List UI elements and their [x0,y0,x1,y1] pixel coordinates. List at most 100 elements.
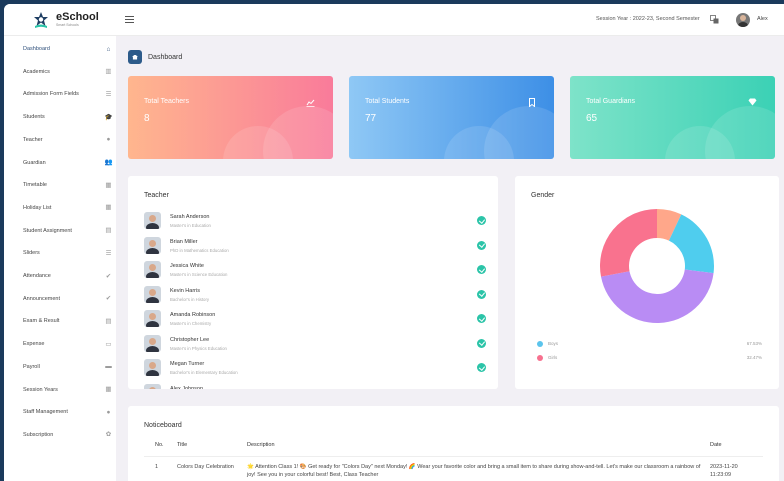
teacher-photo [144,359,161,376]
user-name[interactable]: Alex [757,16,768,22]
sidebar-item-label: Attendance [23,273,51,279]
menu-toggle-icon[interactable] [125,16,134,23]
teacher-list-item[interactable]: Megan Turner Bachelor's in Elementary Edu… [144,359,486,383]
teacher-degree: Master's in Education [170,223,211,228]
users-icon: 👥 [104,159,113,166]
sidebar-item-label: Exam & Result [23,318,60,325]
sidebar-item-exam-result[interactable]: Exam & Result ▤ [4,311,116,331]
home-icon [128,50,142,64]
teacher-list-item[interactable]: Sarah Anderson Master's in Education [144,212,486,236]
sidebar-item-teacher[interactable]: Teacher ● [4,130,116,150]
noticeboard-card: Noticeboard No. Title Description Date 1… [128,406,779,481]
list-icon: ☰ [105,249,112,257]
sidebar-item-session-years[interactable]: Session Years ▦ [4,380,116,400]
legend-label: Boys [548,341,559,346]
calendar-icon: ▦ [105,386,112,393]
sidebar-item-subscription[interactable]: Subscription ✿ [4,425,116,445]
legend-label: Girls [548,355,558,360]
total-guardians-card[interactable]: Total Guardians 65 [570,76,775,159]
list-icon: ☰ [105,90,112,98]
sidebar-item-label: Students [23,114,45,121]
page-header: Dashboard [128,50,182,64]
sidebar-item-sliders[interactable]: Sliders ☰ [4,243,116,263]
book-icon: ▤ [105,317,112,325]
sidebar-item-expense[interactable]: Expense ▭ [4,334,116,354]
sidebar-item-guardian[interactable]: Guardian 👥 [4,153,116,173]
diamond-icon [748,98,757,108]
check-circle-icon [477,240,486,250]
total-guardians-label: Total Guardians [586,98,636,105]
check-circle-icon [477,338,486,348]
page-title: Dashboard [148,53,183,61]
total-students-value: 77 [365,113,377,124]
sidebar-item-staff-management[interactable]: Staff Management ● [4,402,116,422]
teacher-list-item[interactable]: Alex Johnson [144,383,486,390]
user-icon: ● [106,136,111,144]
sidebar-item-payroll[interactable]: Payroll ▬ [4,357,116,377]
total-students-card[interactable]: Total Students 77 [349,76,554,159]
sidebar-item-academics[interactable]: Academics ▥ [4,62,116,82]
teacher-degree: PhD in Mathematics Education [170,247,229,253]
user-avatar[interactable] [736,13,750,27]
logo[interactable]: eSchool Smart Schools [32,11,99,29]
teacher-degree: Bachelor's in History [170,296,210,302]
sidebar-item-attendance[interactable]: Attendance ✔ [4,266,116,286]
sidebar-item-label: Teacher [23,136,43,143]
sidebar: Dashboard ⌂ Academics ▥ Admission Form Field… [4,36,116,481]
sidebar-item-label: Student Assignment [23,227,72,234]
calendar-icon: ▦ [105,204,112,212]
calendar-icon: ▦ [105,181,112,189]
gender-card-title: Gender [531,192,555,199]
donut-segment[interactable] [601,269,714,323]
sidebar-item-label: Subscription [23,431,54,438]
check-icon: ✔ [105,295,112,303]
sidebar-item-holiday-list[interactable]: Holiday List ▦ [4,198,116,218]
teacher-list-item[interactable]: Brian Miller PhD in Mathematics Education [144,236,486,261]
language-icon[interactable] [710,15,719,24]
teacher-photo [144,310,161,327]
teacher-photo [144,261,161,278]
sidebar-item-label: Admission Form Fields [23,91,79,98]
top-bar: eSchool Smart Schools Session Year : 202… [4,4,784,36]
money-icon: ▭ [105,340,112,348]
teacher-photo [144,383,161,389]
teacher-card-title: Teacher [144,192,169,199]
notice-no: 1 [155,464,159,470]
sidebar-item-timetable[interactable]: Timetable ▦ [4,175,116,195]
teacher-name: Kevin Harris [170,287,200,294]
legend-value: 67.53% [746,341,762,346]
column-header-title: Title [177,442,188,448]
sidebar-item-label: Timetable [23,182,47,189]
teacher-degree: Master's in Science Education [170,272,228,277]
app-window: eSchool Smart Schools Session Year : 202… [4,4,784,481]
teacher-photo [144,285,161,303]
home-icon: ⌂ [106,45,111,53]
teacher-photo [144,212,161,229]
check-circle-icon [477,289,486,299]
sidebar-item-announcement[interactable]: Announcement ✔ [4,289,116,309]
table-divider [144,456,763,457]
sidebar-item-label: Expense [23,341,45,348]
sidebar-item-label: Announcement [23,295,60,302]
gender-donut-chart [600,209,714,323]
donut-segment[interactable] [600,209,657,277]
teacher-name: Amanda Robinson [170,312,216,318]
sidebar-item-dashboard[interactable]: Dashboard ⌂ [4,39,116,59]
total-teachers-label: Total Teachers [144,98,190,105]
teacher-list-item[interactable]: Jessica White Master's in Science Educati… [144,261,486,285]
total-teachers-card[interactable]: Total Teachers 8 [128,76,333,159]
teacher-name: Alex Johnson [170,385,204,390]
sidebar-item-students[interactable]: Students 🎓 [4,107,116,127]
app-tagline: Smart Schools [56,23,79,27]
notice-title: Colors Day Celebration [177,464,234,470]
teacher-list-item[interactable]: Amanda Robinson Master's in Chemistry [144,310,486,334]
teacher-name: Jessica White [170,263,204,269]
book-icon: ▤ [105,227,112,235]
teacher-name: Christopher Lee [170,336,210,343]
teacher-list-item[interactable]: Christopher Lee Master's in Physics Educa… [144,334,486,359]
sidebar-item-admission-form-fields[interactable]: Admission Form Fields ☰ [4,84,116,104]
teacher-list-item[interactable]: Kevin Harris Bachelor's in History [144,285,486,310]
total-teachers-value: 8 [144,113,150,124]
sidebar-item-student-assignment[interactable]: Student Assignment ▤ [4,221,116,241]
noticeboard-title: Noticeboard [144,422,182,429]
